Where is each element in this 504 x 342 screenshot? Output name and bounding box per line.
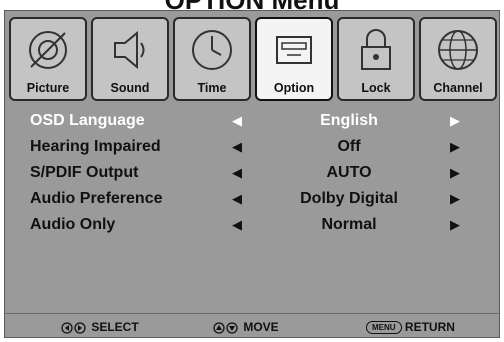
arrow-right-icon[interactable]: ▶ (450, 217, 460, 233)
setting-label: Audio Preference (30, 190, 163, 207)
tab-label: Lock (361, 81, 391, 95)
setting-label: S/PDIF Output (30, 164, 139, 181)
arrow-left-icon[interactable]: ◀ (232, 191, 242, 207)
tab-label: Option (273, 81, 315, 95)
arrow-right-icon[interactable]: ▶ (450, 191, 460, 207)
arrow-right-icon[interactable]: ▶ (450, 165, 460, 181)
up-down-arrows-icon (213, 322, 238, 334)
tab-picture[interactable]: Picture (9, 17, 87, 101)
left-right-arrows-icon (61, 322, 86, 334)
arrow-right-icon[interactable]: ▶ (450, 113, 460, 129)
setting-value: AUTO (326, 164, 372, 181)
setting-value: Off (337, 138, 361, 155)
setting-value: Dolby Digital (300, 190, 398, 207)
select-label: SELECT (91, 320, 139, 334)
select-hint: SELECT (60, 320, 139, 334)
footer-hints: SELECT MOVE MENU RETURN (4, 313, 500, 338)
tab-sound[interactable]: Sound (91, 17, 169, 101)
speaker-icon (114, 30, 145, 70)
setting-audio-only[interactable]: Audio Only ◀ Normal ▶ (4, 212, 500, 240)
menu-tabs: Picture Sound Time Option Lock Channel (9, 17, 504, 103)
padlock-icon (361, 29, 391, 70)
setting-label: Audio Only (30, 216, 116, 233)
tab-label: Picture (26, 81, 70, 95)
tab-option[interactable]: Option (255, 17, 333, 101)
tab-label: Sound (110, 81, 150, 95)
tab-time[interactable]: Time (173, 17, 251, 101)
arrow-left-icon[interactable]: ◀ (232, 165, 242, 181)
setting-osd-language[interactable]: OSD Language ◀ English ▶ (4, 108, 500, 136)
setting-value: English (320, 112, 378, 129)
clock-icon (192, 30, 232, 70)
option-icon (276, 36, 312, 64)
tab-channel[interactable]: Channel (419, 17, 497, 101)
setting-audio-preference[interactable]: Audio Preference ◀ Dolby Digital ▶ (4, 186, 500, 214)
setting-spdif-output[interactable]: S/PDIF Output ◀ AUTO ▶ (4, 160, 500, 188)
arrow-left-icon[interactable]: ◀ (232, 113, 242, 129)
return-label: RETURN (404, 320, 455, 334)
menu-key-icon: MENU (366, 321, 402, 335)
arrow-left-icon[interactable]: ◀ (232, 139, 242, 155)
tab-label: Channel (433, 81, 483, 95)
return-hint: MENU RETURN (366, 320, 455, 335)
setting-label: OSD Language (30, 112, 145, 129)
setting-value: Normal (321, 216, 377, 233)
setting-hearing-impaired[interactable]: Hearing Impaired ◀ Off ▶ (4, 134, 500, 162)
picture-icon (29, 31, 67, 69)
globe-icon (438, 30, 478, 70)
tab-lock[interactable]: Lock (337, 17, 415, 101)
setting-label: Hearing Impaired (30, 138, 161, 155)
arrow-right-icon[interactable]: ▶ (450, 139, 460, 155)
move-label: MOVE (243, 320, 279, 334)
arrow-left-icon[interactable]: ◀ (232, 217, 242, 233)
tab-label: Time (197, 81, 227, 95)
move-hint: MOVE (212, 320, 279, 334)
